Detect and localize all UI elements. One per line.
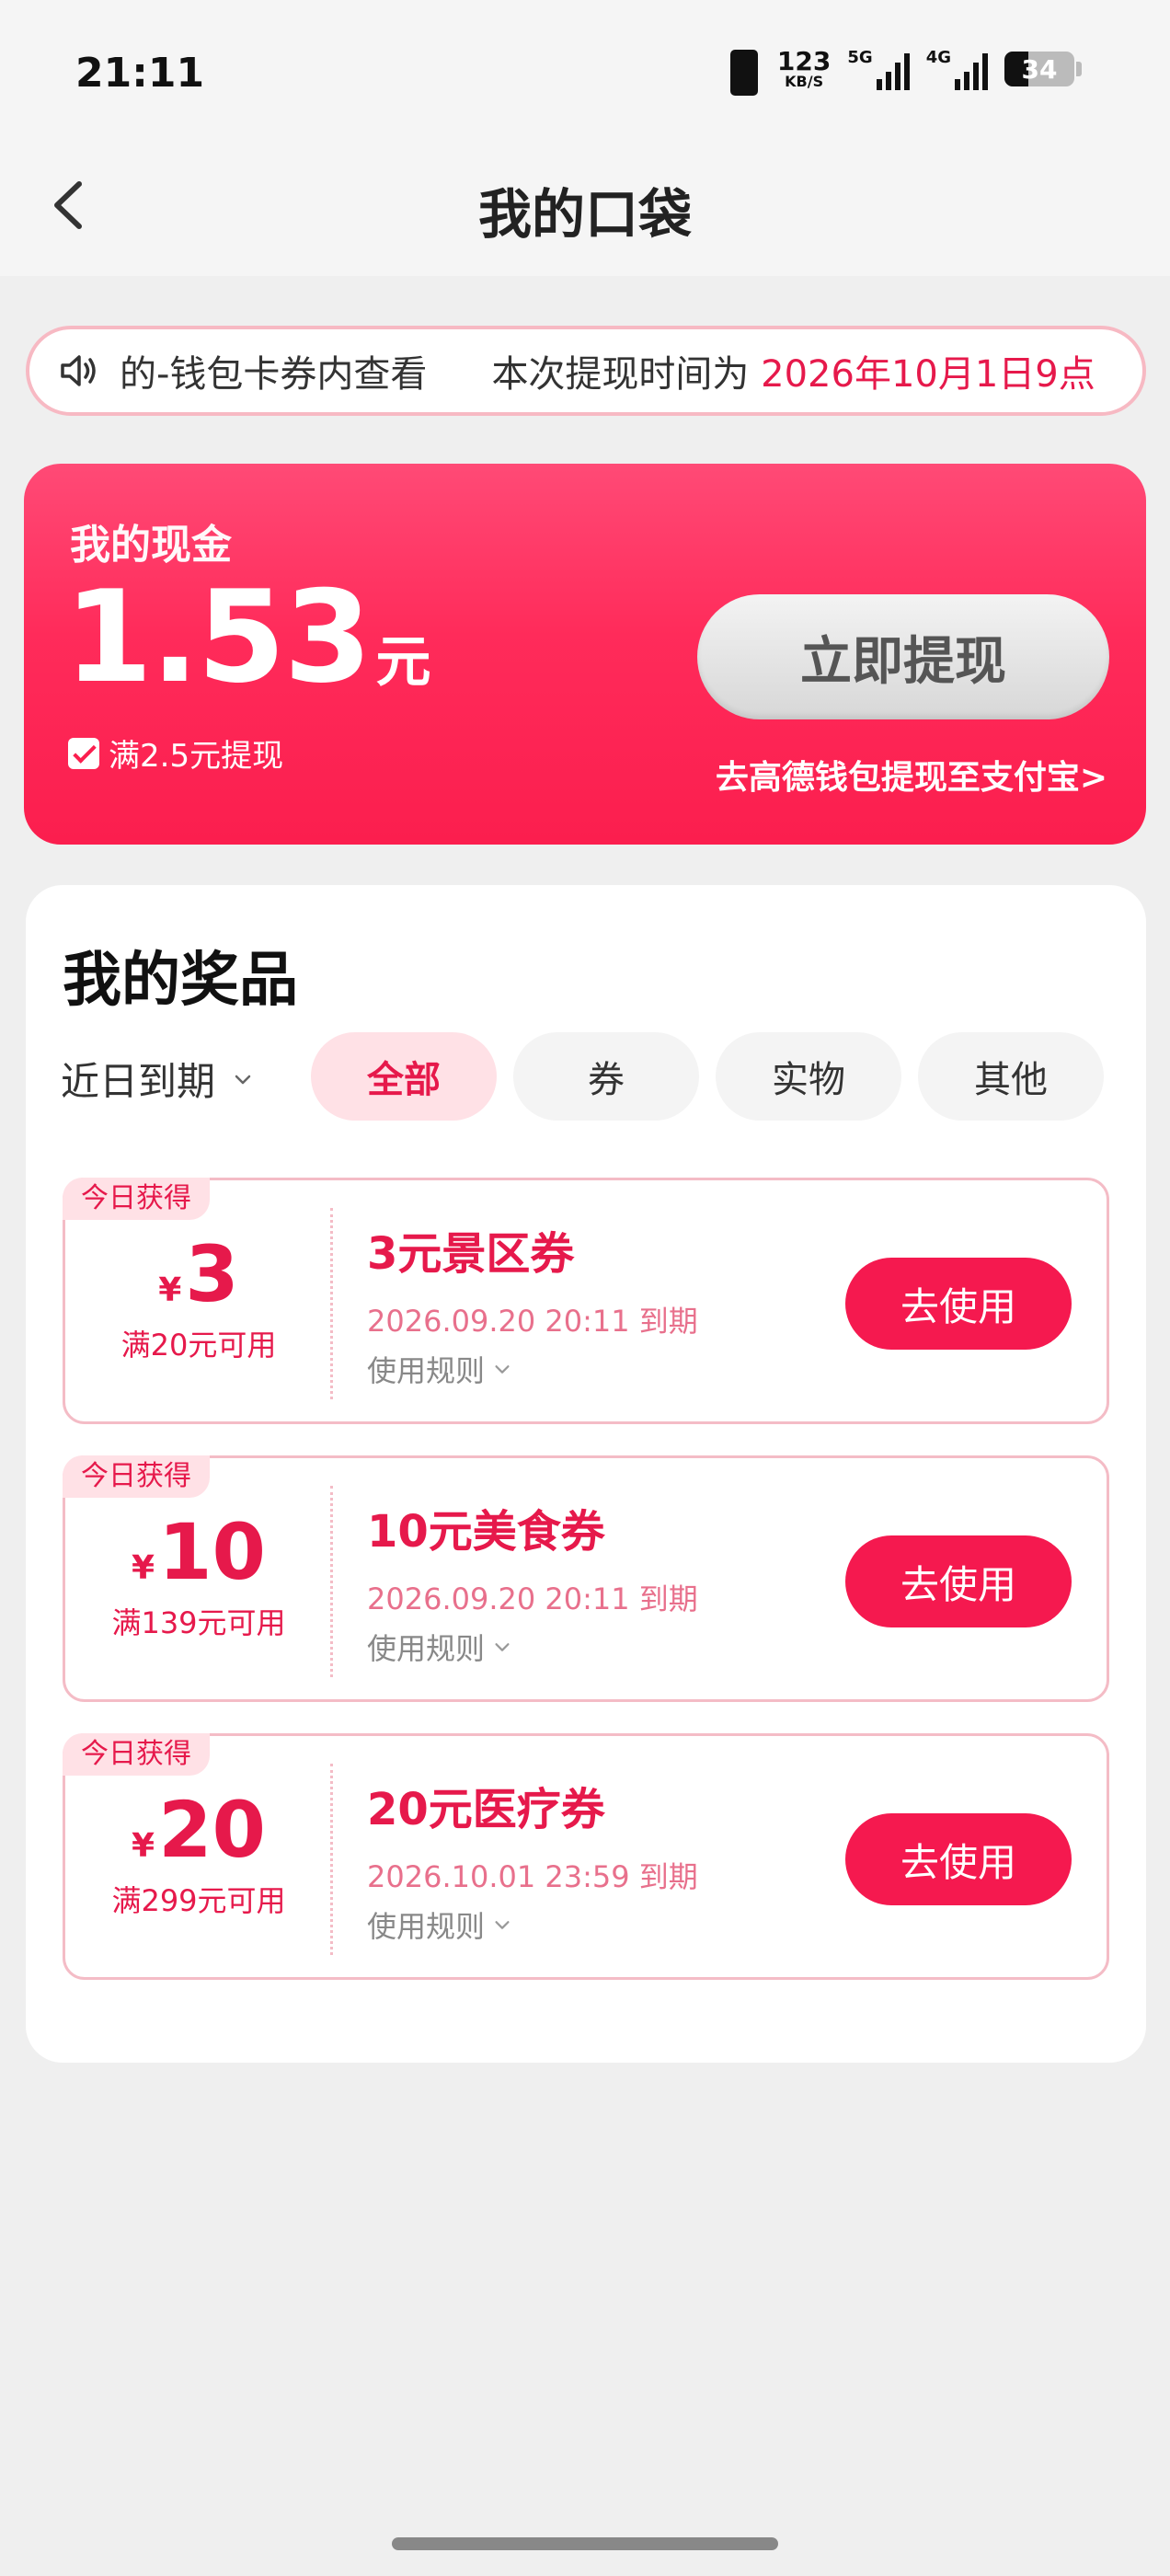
status-time: 21:11 bbox=[75, 50, 205, 97]
coupon-divider bbox=[330, 1208, 333, 1399]
speaker-icon bbox=[61, 355, 96, 386]
use-coupon-button[interactable]: 去使用 bbox=[845, 1535, 1072, 1627]
chevron-down-icon bbox=[495, 1365, 510, 1374]
coupon-value-block: ¥3 满20元可用 bbox=[65, 1236, 332, 1364]
status-bar: 21:11 123 KB/S 5G 4G 34 bbox=[0, 0, 1170, 138]
cash-amount: 1.53 元 bbox=[64, 574, 431, 701]
currency-symbol: ¥ bbox=[158, 1271, 182, 1309]
cash-amount-value: 1.53 bbox=[64, 563, 372, 711]
coupon-value-block: ¥10 满139元可用 bbox=[65, 1513, 332, 1642]
nav-bar: 我的口袋 bbox=[0, 138, 1170, 276]
currency-symbol: ¥ bbox=[132, 1549, 155, 1587]
coupon-value: 3 bbox=[185, 1229, 239, 1319]
use-coupon-button[interactable]: 去使用 bbox=[845, 1258, 1072, 1350]
network-speed-value: 123 bbox=[776, 46, 832, 76]
page-title: 我的口袋 bbox=[477, 183, 692, 246]
prizes-card: 我的奖品 近日到期 全部 券 实物 其他 今日获得 ¥3 满20元可用 3元景区… bbox=[26, 885, 1146, 2063]
coupon-value: 10 bbox=[158, 1507, 266, 1597]
status-icons: 123 KB/S 5G 4G 34 bbox=[718, 48, 1082, 96]
coupon-name: 20元医疗券 bbox=[367, 1784, 605, 1835]
coupon-card: 今日获得 ¥10 满139元可用 10元美食券 2026.09.20 20:11… bbox=[63, 1455, 1109, 1702]
coupon-expiry: 2026.09.20 20:11 到期 bbox=[367, 1304, 698, 1339]
coupon-min-spend: 满139元可用 bbox=[111, 1605, 286, 1640]
filter-tabs: 全部 券 实物 其他 bbox=[311, 1032, 1104, 1121]
coupon-value-block: ¥20 满299元可用 bbox=[65, 1791, 332, 1920]
alipay-withdraw-link[interactable]: 去高德钱包提现至支付宝> bbox=[716, 751, 1107, 799]
sort-dropdown[interactable]: 近日到期 bbox=[61, 1051, 254, 1107]
coupon-rules-toggle[interactable]: 使用规则 bbox=[367, 1348, 512, 1390]
coupon-rules-label: 使用规则 bbox=[367, 1353, 486, 1388]
prizes-title: 我的奖品 bbox=[63, 947, 298, 1015]
signal-5g-label: 5G bbox=[847, 48, 873, 67]
cash-card: 我的现金 1.53 元 满2.5元提现 立即提现 去高德钱包提现至支付宝> bbox=[24, 464, 1146, 845]
cash-amount-unit: 元 bbox=[375, 630, 431, 695]
withdraw-condition: 满2.5元提现 bbox=[68, 730, 283, 776]
coupon-expiry: 2026.10.01 23:59 到期 bbox=[367, 1859, 698, 1894]
coupon-badge: 今日获得 bbox=[63, 1733, 210, 1776]
coupon-name: 3元景区券 bbox=[367, 1228, 575, 1280]
signal-4g-label: 4G bbox=[925, 48, 951, 67]
signal-4g-icon: 4G bbox=[926, 48, 988, 90]
coupon-rules-label: 使用规则 bbox=[367, 1631, 486, 1666]
coupon-rules-toggle[interactable]: 使用规则 bbox=[367, 1903, 512, 1946]
coupon-badge: 今日获得 bbox=[63, 1178, 210, 1220]
coupon-rules-label: 使用规则 bbox=[367, 1909, 486, 1944]
notice-text-mid: 本次提现时间为 bbox=[491, 353, 762, 396]
home-indicator[interactable] bbox=[392, 2537, 778, 2550]
coupon-expiry: 2026.09.20 20:11 到期 bbox=[367, 1581, 698, 1616]
coupon-card: 今日获得 ¥20 满299元可用 20元医疗券 2026.10.01 23:59… bbox=[63, 1733, 1109, 1980]
coupon-min-spend: 满20元可用 bbox=[120, 1328, 277, 1363]
battery-tip bbox=[1076, 62, 1082, 76]
tab-other[interactable]: 其他 bbox=[918, 1032, 1104, 1121]
signal-5g-icon: 5G bbox=[847, 48, 910, 90]
battery-icon: 34 bbox=[1004, 52, 1074, 86]
notice-text-start: 的-钱包卡券内查看 bbox=[120, 353, 428, 396]
sort-label: 近日到期 bbox=[61, 1059, 216, 1104]
coupon-divider bbox=[330, 1486, 333, 1677]
withdraw-button[interactable]: 立即提现 bbox=[697, 594, 1109, 719]
notice-banner: 的-钱包卡券内查看 本次提现时间为 2026年10月1日9点 bbox=[26, 326, 1146, 416]
coupon-min-spend: 满299元可用 bbox=[111, 1883, 286, 1918]
currency-symbol: ¥ bbox=[132, 1827, 155, 1865]
tab-physical[interactable]: 实物 bbox=[716, 1032, 901, 1121]
use-coupon-button[interactable]: 去使用 bbox=[845, 1813, 1072, 1905]
vibrate-icon bbox=[718, 48, 761, 96]
coupon-badge: 今日获得 bbox=[63, 1455, 210, 1498]
chevron-down-icon bbox=[495, 1643, 510, 1651]
battery-level: 34 bbox=[1021, 53, 1058, 85]
cash-label: 我的现金 bbox=[70, 522, 232, 569]
chevron-down-icon bbox=[235, 1075, 251, 1084]
withdraw-condition-text: 满2.5元提现 bbox=[109, 738, 284, 775]
coupon-rules-toggle[interactable]: 使用规则 bbox=[367, 1626, 512, 1668]
coupon-value: 20 bbox=[158, 1785, 266, 1875]
network-speed-unit: KB/S bbox=[785, 73, 824, 90]
check-icon bbox=[68, 737, 99, 769]
notice-text: 的-钱包卡券内查看 本次提现时间为 2026年10月1日9点 bbox=[120, 344, 1095, 397]
tab-coupon[interactable]: 券 bbox=[513, 1032, 699, 1121]
coupon-card: 今日获得 ¥3 满20元可用 3元景区券 2026.09.20 20:11 到期… bbox=[63, 1178, 1109, 1424]
tab-all[interactable]: 全部 bbox=[311, 1032, 497, 1121]
coupon-divider bbox=[330, 1764, 333, 1955]
coupon-name: 10元美食券 bbox=[367, 1506, 605, 1558]
network-speed: 123 KB/S bbox=[777, 49, 831, 89]
chevron-down-icon bbox=[495, 1921, 510, 1929]
notice-text-highlight: 2026年10月1日9点 bbox=[761, 353, 1095, 396]
